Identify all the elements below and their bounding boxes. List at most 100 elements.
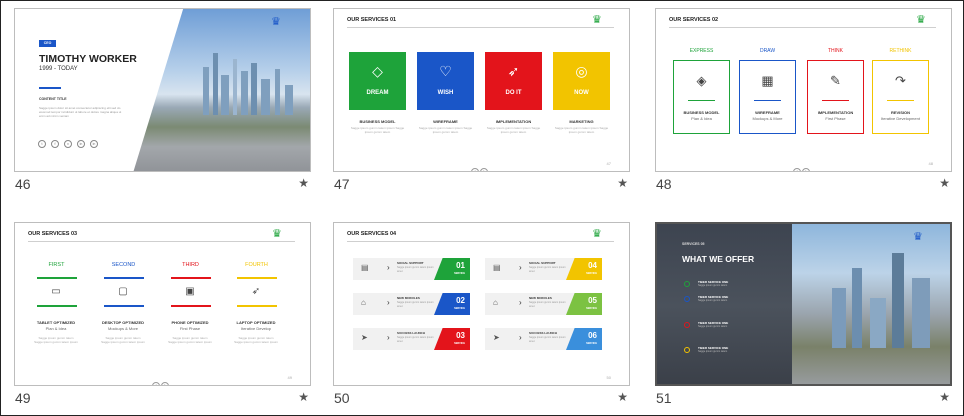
slide-thumbnail[interactable]: OUR SERVICES 01 ♛ ◇ DREAM ♡ WISH ➶ DO IT… [333,8,630,172]
chevron-right-icon: › [519,263,522,272]
box-divider [887,100,914,101]
box-divider [688,100,715,101]
slide-number: 47 [334,176,350,192]
service-row-03[interactable]: ➤ › SUCCESS LAUNCH Sagge ipsum gumm tate… [353,328,470,350]
diamond-icon: ◇ [372,63,383,79]
column-heading: FIRST [48,262,65,268]
service-box-wish[interactable]: ♡ WISH [417,52,474,110]
box-label: WISH [437,90,454,96]
slide-number: 49 [15,390,31,406]
filler-text: Sagge ipsum gumm tatem Sagge ipsum gumm … [234,336,278,344]
service-box-express[interactable]: ◈ BUSINESS MODEL Plan & Idea [673,60,730,134]
slide-thumbnail[interactable]: OUR SERVICES 03 ♛ FIRST SECOND THIRD FOU… [14,222,311,386]
service-tag: 06 SERVICE [566,328,602,350]
crown-logo-icon: ♛ [916,14,926,26]
pencil-icon: ✎ [830,73,841,88]
service-row-06[interactable]: ➤ › SUCCESS LAUNCH Sagge ipsum gumm tate… [485,328,602,350]
service-tag: 04 SERVICE [566,258,602,280]
heading-underline [37,277,77,279]
slide-thumbnail[interactable]: OUR SERVICES 02 ♛ EXPRESS DRAW THINK RET… [655,8,952,172]
header-divider [347,241,614,242]
panel-title: WHAT WE OFFER [682,254,755,264]
box-label: IMPLEMENTATION [817,110,854,115]
column-label: LAPTOP OPTIMIZED [236,320,276,325]
briefcase-icon: ▤ [493,263,501,272]
next-icon[interactable]: › [480,168,488,171]
service-tag: 05 SERVICE [566,293,602,315]
star-icon[interactable]: ★ [298,176,309,190]
crown-logo-icon: ♛ [592,14,602,26]
row-title: SOCIAL SUPPORT [397,261,424,265]
crown-logo-icon: ♛ [272,228,282,240]
chevron-right-icon: › [519,333,522,342]
next-icon[interactable]: › [161,382,169,385]
vimeo-icon: v [64,140,72,148]
star-icon[interactable]: ★ [298,390,309,404]
chevron-right-icon: › [387,263,390,272]
city-photo [792,224,950,384]
heading-underline [237,277,277,279]
content-title: CONTENT TITLE [39,97,67,101]
star-icon[interactable]: ★ [617,176,628,190]
slide-thumbnail-selected[interactable]: SERVICES 05 WHAT WE OFFER TIBER SERVICE … [655,222,952,386]
slide-nav: ‹ › [471,160,491,171]
service-row-01[interactable]: ▤ › SOCIAL SUPPORT Sagge ipsum gumm tate… [353,258,470,280]
slide-header: OUR SERVICES 02 [669,17,719,23]
content-body: Sagge ipsum dolor sit amet consectetur a… [39,106,122,118]
next-icon[interactable]: › [802,168,810,171]
service-row-05[interactable]: ⌂ › NEW MODULES Sagge ipsum gumm tatem i… [485,293,602,315]
star-icon[interactable]: ★ [617,390,628,404]
star-icon[interactable]: ★ [939,390,950,404]
icon-underline [104,305,144,307]
slide-nav: ‹ › [152,374,172,385]
row-sub: Sagge ipsum gumm tatem ipsum amet [529,301,566,308]
column-sub: Mockups & More [107,326,138,331]
offer-panel: SERVICES 05 WHAT WE OFFER TIBER SERVICE … [657,224,792,384]
store-icon: ⌂ [493,298,498,307]
slide-header: OUR SERVICES 04 [347,231,397,237]
accent-bar [39,87,61,89]
header-divider [347,27,614,28]
column-heading: THINK [828,48,843,54]
crown-logo-icon: ♛ [592,228,602,240]
image-icon: ▣ [185,286,195,297]
item-icon [684,296,690,302]
service-box-rethink[interactable]: ↷ REVISION Iterative Development [872,60,929,134]
prev-icon[interactable]: ‹ [152,382,160,385]
slide-thumbnail[interactable]: ♛ CEO TIMOTHY WORKER 1999 - TODAY CONTEN… [14,8,311,172]
service-row-02[interactable]: ⌂ › NEW MODULES Sagge ipsum gumm tatem i… [353,293,470,315]
slide-thumbnail[interactable]: OUR SERVICES 04 ♛ ▤ › SOCIAL SUPPORT Sag… [333,222,630,386]
column-sub: Plan & Idea [45,326,67,331]
box-sub: Mockups & More [752,116,783,121]
heading-underline [104,277,144,279]
service-box-doit[interactable]: ➶ DO IT [485,52,542,110]
star-icon[interactable]: ★ [939,176,950,190]
row-sub: Sagge ipsum gumm tatem ipsum amet [529,266,566,273]
send-icon: ➤ [361,333,368,342]
column-heading: SECOND [111,262,136,268]
slide-number: 51 [656,390,672,406]
service-box-now[interactable]: ◎ NOW [553,52,610,110]
role-badge: CEO [39,40,56,47]
prev-icon[interactable]: ‹ [793,168,801,171]
slide-header: OUR SERVICES 03 [28,231,78,237]
box-caption: MARKETING [569,119,594,124]
box-label: WIREFRAME [755,110,780,115]
slide-number: 50 [334,390,350,406]
service-box-think[interactable]: ✎ IMPLEMENTATION First Phase [807,60,864,134]
service-row-04[interactable]: ▤ › SOCIAL SUPPORT Sagge ipsum gumm tate… [485,258,602,280]
filler-text: Sagge ipsum gumm tatem Sagge ipsum gumm … [34,336,78,344]
box-caption: BUSINESS MODEL [359,119,396,124]
arrow-icon: ↷ [895,73,906,88]
page-number: 49 [287,375,292,380]
icon-underline [171,305,211,307]
chevron-right-icon: › [387,298,390,307]
column-label: PHONE OPTIMIZED [171,320,209,325]
prev-icon[interactable]: ‹ [471,168,479,171]
box-label: DREAM [366,90,389,96]
heading-underline [171,277,211,279]
header-divider [669,27,936,28]
service-box-draw[interactable]: ▦ WIREFRAME Mockups & More [739,60,796,134]
service-box-dream[interactable]: ◇ DREAM [349,52,406,110]
filler-text: Sagge ipsum gumm tatem ipsum Sagge ipsum… [554,126,609,134]
